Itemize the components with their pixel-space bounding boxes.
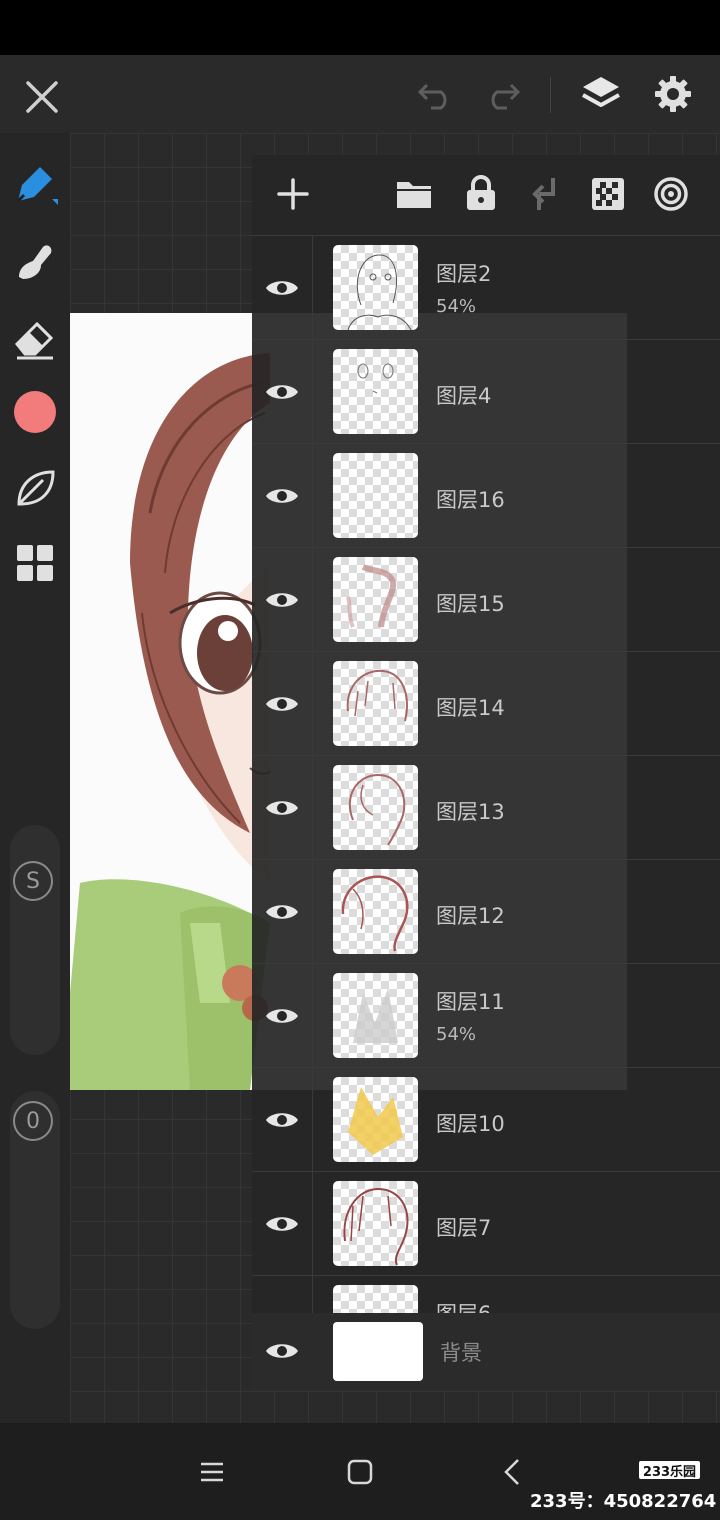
- layer-thumbnail: [333, 557, 418, 642]
- layer-visibility-cell: [252, 1276, 313, 1313]
- layer-thumbnail: [333, 349, 418, 434]
- layer-row[interactable]: 图层15: [252, 547, 720, 652]
- lock-icon[interactable]: [459, 171, 503, 215]
- layer-row[interactable]: 图层10: [252, 1067, 720, 1172]
- layer-thumbnail: [333, 1077, 418, 1162]
- eye-icon[interactable]: [264, 900, 300, 928]
- eye-icon[interactable]: [264, 1212, 300, 1240]
- layer-row[interactable]: 图层16: [252, 443, 720, 548]
- background-layer-row[interactable]: 背景: [252, 1313, 720, 1390]
- brush-opacity-slider[interactable]: 0: [10, 1091, 60, 1329]
- layer-name: 图层13: [436, 800, 505, 824]
- layer-visibility-cell: [252, 548, 313, 652]
- toolbar-divider: [550, 77, 551, 113]
- color-swatch[interactable]: [14, 391, 56, 433]
- eye-icon[interactable]: [264, 1108, 300, 1136]
- layer-opacity: 54%: [436, 296, 477, 317]
- layer-visibility-cell: [252, 756, 313, 860]
- watermark-id: 233号：450822764: [530, 1491, 717, 1512]
- status-bar: [0, 0, 720, 55]
- transparency-checker-icon[interactable]: [588, 173, 628, 215]
- layer-name: 图层15: [436, 592, 505, 616]
- layer-row[interactable]: 图层14: [252, 651, 720, 756]
- layer-row[interactable]: 图层4: [252, 339, 720, 444]
- layer-name: 图层14: [436, 696, 505, 720]
- back-icon[interactable]: [494, 1455, 530, 1489]
- eye-icon[interactable]: [264, 796, 300, 824]
- top-app-bar: [0, 55, 720, 133]
- eye-icon[interactable]: [264, 1004, 300, 1032]
- brush-opacity-knob[interactable]: 0: [13, 1101, 53, 1141]
- layer-name: 图层6: [436, 1298, 491, 1313]
- eraser-tool-icon[interactable]: [10, 313, 60, 363]
- layer-panel-toolbar: [252, 155, 720, 235]
- layer-thumbnail: [333, 973, 418, 1058]
- folder-icon[interactable]: [392, 173, 436, 215]
- layer-thumbnail: [333, 245, 418, 330]
- layer-name: 图层16: [436, 488, 505, 512]
- settings-gear-icon[interactable]: [650, 71, 696, 117]
- layer-name: 图层4: [436, 384, 492, 408]
- layer-opacity: 54%: [436, 1024, 477, 1045]
- layers-icon[interactable]: [578, 71, 624, 117]
- layer-name: 图层7: [436, 1216, 492, 1240]
- layer-visibility-cell: [252, 236, 313, 340]
- watermark-logo: 233乐园: [639, 1461, 700, 1480]
- layer-thumbnail: [333, 765, 418, 850]
- layer-effects-icon[interactable]: [650, 173, 692, 215]
- layer-visibility-cell: [252, 1172, 313, 1276]
- eye-icon[interactable]: [264, 484, 300, 512]
- background-layer-thumbnail: [333, 1322, 423, 1381]
- layer-visibility-cell: [252, 652, 313, 756]
- smudge-tool-icon[interactable]: [10, 236, 60, 286]
- eye-icon[interactable]: [264, 276, 300, 304]
- recent-apps-icon[interactable]: [192, 1457, 232, 1487]
- eye-icon[interactable]: [264, 380, 300, 408]
- layer-row[interactable]: 图层2 54%: [252, 235, 720, 340]
- layer-thumbnail: [333, 869, 418, 954]
- layer-row[interactable]: 图层11 54%: [252, 963, 720, 1068]
- undo-icon[interactable]: [414, 75, 460, 115]
- layer-panel: 图层2 54% 图层4 图层16 图层15 图层14 图层13 图层12 图层1…: [252, 155, 720, 1390]
- eye-icon[interactable]: [264, 588, 300, 616]
- layer-list[interactable]: 图层2 54% 图层4 图层16 图层15 图层14 图层13 图层12 图层1…: [252, 235, 720, 1313]
- layer-name: 图层2: [436, 262, 492, 286]
- eye-icon[interactable]: [264, 1339, 300, 1367]
- background-layer-name: 背景: [440, 1341, 482, 1365]
- layer-name: 图层12: [436, 904, 505, 928]
- grid-menu-icon[interactable]: [10, 538, 60, 588]
- layer-visibility-cell: [252, 860, 313, 964]
- layer-visibility-cell: [252, 964, 313, 1068]
- layer-thumbnail: [333, 453, 418, 538]
- redo-icon[interactable]: [478, 75, 524, 115]
- layer-row[interactable]: 图层12: [252, 859, 720, 964]
- layer-thumbnail: [333, 1285, 418, 1313]
- close-icon[interactable]: [20, 75, 64, 119]
- brush-size-slider[interactable]: S: [10, 825, 60, 1055]
- layer-visibility-cell: [252, 1068, 313, 1172]
- layer-row[interactable]: 图层7: [252, 1171, 720, 1276]
- brush-size-knob[interactable]: S: [13, 861, 53, 901]
- layer-name: 图层10: [436, 1112, 505, 1136]
- layer-row[interactable]: 图层13: [252, 755, 720, 860]
- tool-sidebar: S 0: [0, 133, 70, 1423]
- layer-thumbnail: [333, 661, 418, 746]
- layer-name: 图层11: [436, 990, 505, 1014]
- layer-visibility-cell: [252, 340, 313, 444]
- pen-tool-icon[interactable]: [10, 159, 60, 209]
- layer-visibility-cell: [252, 444, 313, 548]
- merge-down-icon[interactable]: [524, 173, 564, 215]
- add-layer-icon[interactable]: [272, 173, 314, 215]
- leaf-icon[interactable]: [10, 463, 60, 513]
- layer-thumbnail: [333, 1181, 418, 1266]
- eye-icon[interactable]: [264, 692, 300, 720]
- layer-row[interactable]: 图层6: [252, 1275, 720, 1313]
- home-icon[interactable]: [340, 1455, 380, 1489]
